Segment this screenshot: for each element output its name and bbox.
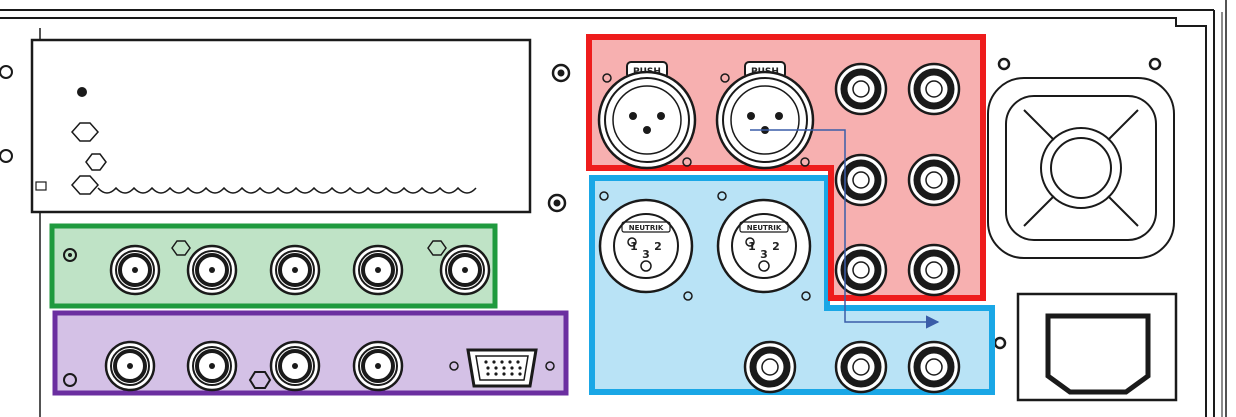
neutrik-label: NEUTRIK <box>747 224 782 232</box>
edge-screws <box>0 65 13 163</box>
xlr-pin-number: 2 <box>654 240 662 253</box>
bnc-connector <box>104 340 156 392</box>
quarter-inch-jack <box>907 153 961 207</box>
quarter-inch-jack <box>907 340 961 394</box>
power-supply-fan <box>987 77 1175 259</box>
quarter-inch-jack <box>907 243 961 297</box>
bnc-connector <box>186 244 238 296</box>
quarter-inch-jack <box>743 340 797 394</box>
rear-panel-svg: PUSHPUSHNEUTRIK132NEUTRIK132 <box>0 0 1227 417</box>
xlr-pin-number: 2 <box>772 240 780 253</box>
option-card-slot <box>30 38 532 214</box>
quarter-inch-jack <box>834 62 888 116</box>
bnc-connector <box>109 244 161 296</box>
quarter-inch-jack <box>834 153 888 207</box>
xlr-pin-number: 3 <box>760 248 768 261</box>
rear-panel-diagram: PUSHPUSHNEUTRIK132NEUTRIK132 <box>0 0 1236 417</box>
bnc-connector <box>269 244 321 296</box>
quarter-inch-jack <box>907 62 961 116</box>
bnc-connector <box>352 340 404 392</box>
power-inlet <box>1016 292 1178 402</box>
neutrik-label: NEUTRIK <box>629 224 664 232</box>
bnc-connector <box>439 244 491 296</box>
quarter-inch-jack <box>834 340 888 394</box>
bnc-connector <box>186 340 238 392</box>
bnc-connector <box>352 244 404 296</box>
bnc-connector <box>269 340 321 392</box>
xlr-pin-number: 3 <box>642 248 650 261</box>
quarter-inch-jack <box>834 243 888 297</box>
vga-port <box>466 348 538 388</box>
